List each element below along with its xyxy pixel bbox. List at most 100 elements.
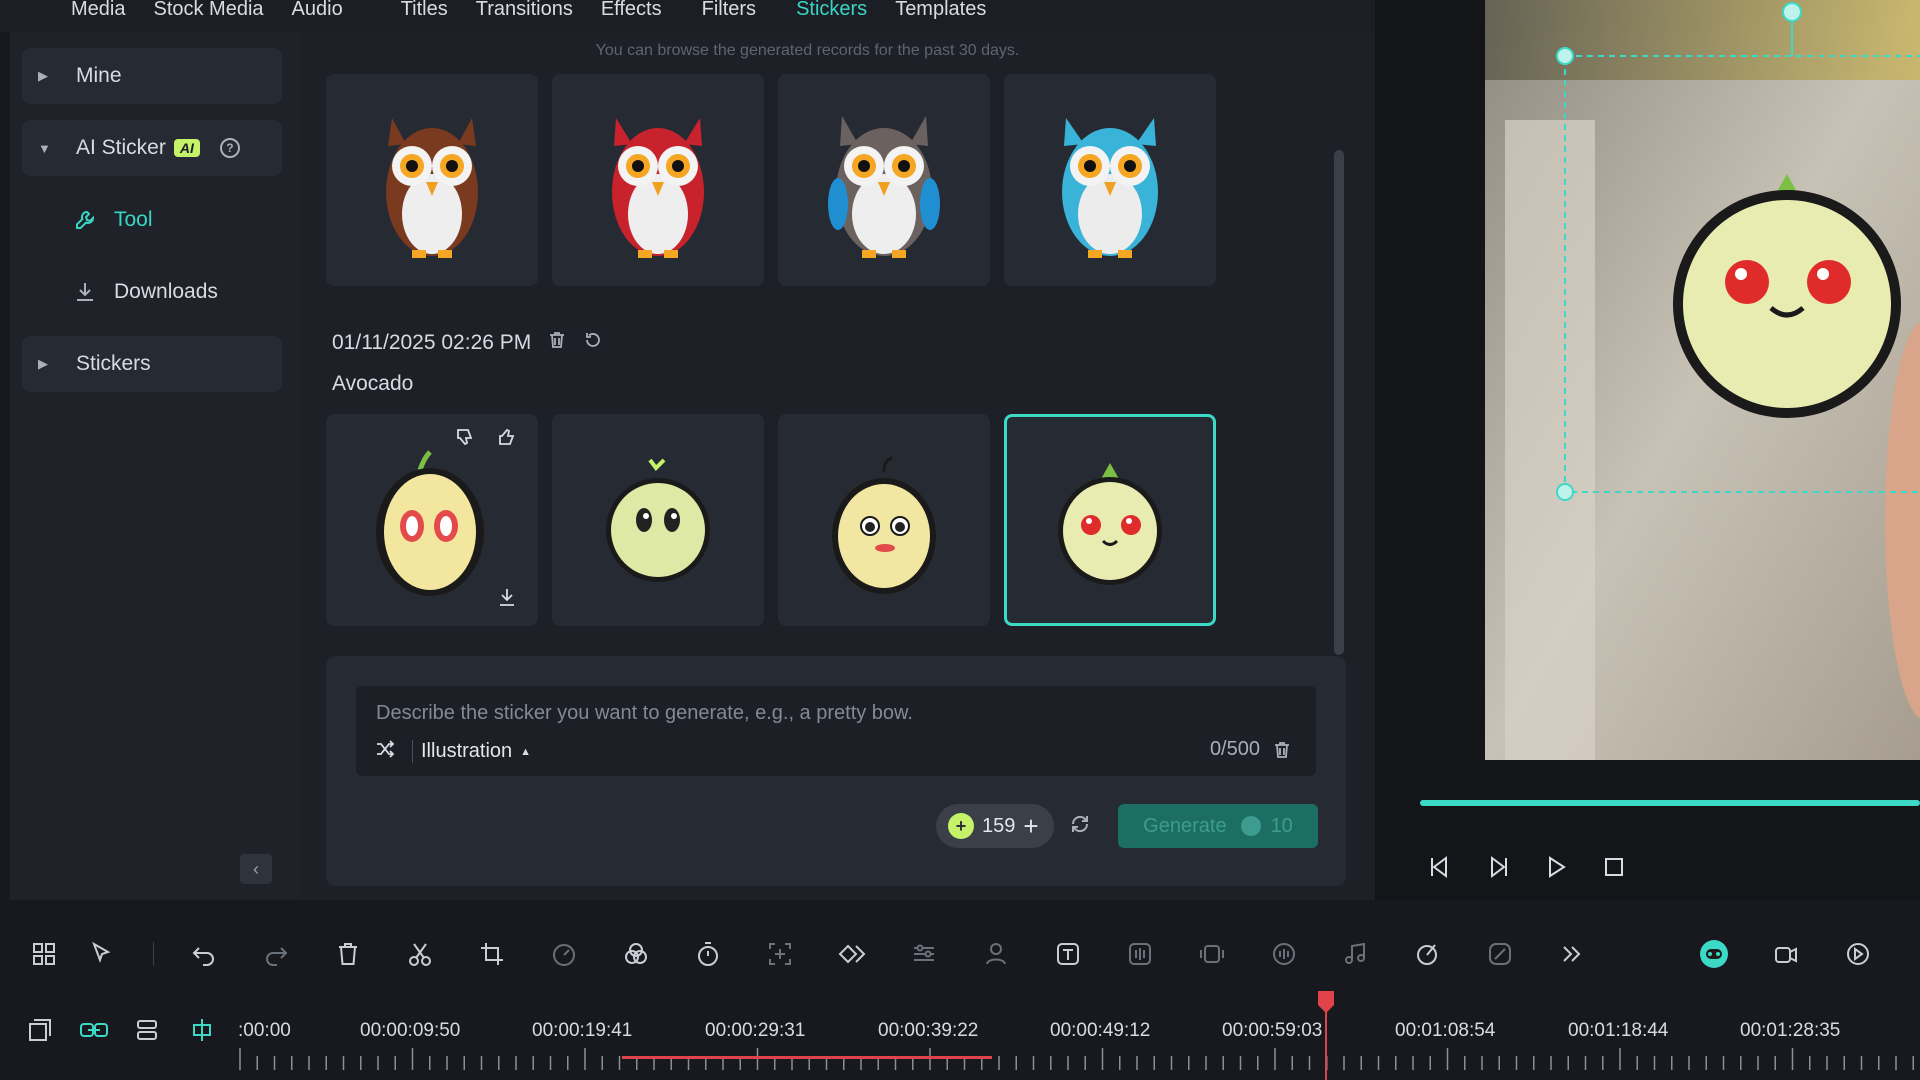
sticker-card-avocado-2[interactable] xyxy=(552,414,764,626)
color-icon[interactable] xyxy=(620,938,652,970)
undo-icon[interactable] xyxy=(188,938,220,970)
split-scissors-icon[interactable] xyxy=(404,938,436,970)
sidebar-item-downloads[interactable]: Downloads xyxy=(22,264,282,320)
sticker-card-owl-blue[interactable] xyxy=(1004,74,1216,286)
more-tools-icon[interactable] xyxy=(1556,938,1588,970)
auto-reframe-icon[interactable] xyxy=(764,938,796,970)
ruler-time-label: 00:00:39:22 xyxy=(878,1020,979,1041)
refresh-icon[interactable] xyxy=(1068,812,1092,841)
ai-portrait-icon[interactable] xyxy=(980,938,1012,970)
smart-cutout-icon[interactable] xyxy=(1484,938,1516,970)
playhead[interactable] xyxy=(1317,990,1335,1080)
video-editor-app: Media Stock Media Audio Titles Transitio… xyxy=(0,0,1920,1080)
sidebar-item-stickers[interactable]: ▶ Stickers xyxy=(22,336,282,392)
credit-count: 159 xyxy=(982,814,1016,837)
link-clips-icon[interactable] xyxy=(78,1014,110,1046)
sidebar-item-ai-sticker[interactable]: ▼ AI Sticker AI ? xyxy=(22,120,282,176)
download-icon[interactable] xyxy=(496,586,520,610)
owl-sticker-image xyxy=(612,118,704,258)
timeline-range-bar xyxy=(622,1056,992,1059)
sidebar-item-mine[interactable]: ▶ Mine xyxy=(22,48,282,104)
timeline-ruler[interactable]: :00:00 00:00:09:50 00:00:19:41 00:00:29:… xyxy=(0,1000,1920,1080)
tab-transitions[interactable]: Transitions xyxy=(462,0,587,22)
trash-icon[interactable] xyxy=(1272,740,1292,765)
dislike-icon[interactable] xyxy=(454,426,478,450)
tab-stickers[interactable]: Stickers xyxy=(782,0,881,22)
magnetic-snap-icon[interactable] xyxy=(186,1014,218,1046)
results-scrollbar[interactable] xyxy=(1334,150,1344,655)
generate-label: Generate xyxy=(1143,814,1227,837)
owl-sticker-image xyxy=(828,116,940,258)
sticker-card-owl-gray[interactable] xyxy=(778,74,990,286)
tab-effects[interactable]: Effects xyxy=(587,0,676,22)
speed-icon[interactable] xyxy=(548,938,580,970)
sidebar-item-tool[interactable]: Tool xyxy=(22,192,282,248)
render-preview-icon[interactable] xyxy=(1842,938,1874,970)
crop-icon[interactable] xyxy=(476,938,508,970)
sidebar-item-label: Mine xyxy=(76,64,122,87)
regenerate-icon[interactable] xyxy=(583,330,603,355)
text-to-speech-icon[interactable] xyxy=(1052,938,1084,970)
char-count: 0/500 xyxy=(1209,738,1260,760)
stop-icon[interactable] xyxy=(1599,852,1629,882)
redo-icon[interactable] xyxy=(260,938,292,970)
caret-right-icon: ▶ xyxy=(38,68,48,83)
tab-audio[interactable]: Audio xyxy=(278,0,357,22)
music-icon[interactable] xyxy=(1340,938,1372,970)
plus-icon: + xyxy=(1023,811,1039,841)
record-voiceover-icon[interactable] xyxy=(1770,938,1802,970)
stabilize-icon[interactable] xyxy=(1196,938,1228,970)
sticker-card-avocado-4[interactable] xyxy=(1004,414,1216,626)
track-manager-icon[interactable] xyxy=(132,1014,164,1046)
generate-cost: 10 xyxy=(1270,814,1293,837)
audio-stretch-icon[interactable] xyxy=(1124,938,1156,970)
collapse-sidebar-button[interactable]: ‹ xyxy=(240,854,272,884)
select-cursor-icon[interactable] xyxy=(86,938,118,970)
prompt-input[interactable]: Describe the sticker you want to generat… xyxy=(356,686,1316,776)
ai-copilot-icon[interactable] xyxy=(1698,938,1730,970)
player-controls xyxy=(1425,852,1629,882)
shuffle-icon[interactable] xyxy=(374,738,396,765)
sticker-card-avocado-1[interactable] xyxy=(326,414,538,626)
timer-icon[interactable] xyxy=(692,938,724,970)
credit-coin-icon xyxy=(1240,816,1261,836)
sticker-card-avocado-3[interactable] xyxy=(778,414,990,626)
tab-stock-media[interactable]: Stock Media xyxy=(139,0,277,22)
audio-denoise-icon[interactable] xyxy=(1268,938,1300,970)
generate-button[interactable]: Generate 10 xyxy=(1118,804,1318,848)
keyframe-icon[interactable] xyxy=(836,938,868,970)
layout-grid-icon[interactable] xyxy=(28,938,60,970)
record-date: 01/11/2025 02:26 PM xyxy=(332,330,532,354)
sticker-card-owl-red[interactable] xyxy=(552,74,764,286)
trash-icon[interactable] xyxy=(547,330,567,355)
preview-video[interactable] xyxy=(1485,0,1920,760)
delete-icon[interactable] xyxy=(332,938,364,970)
tab-titles[interactable]: Titles xyxy=(387,0,462,22)
credits-button[interactable]: + 159 + xyxy=(936,804,1054,848)
caret-right-icon: ▶ xyxy=(38,356,48,371)
sticker-card-owl-brown[interactable] xyxy=(326,74,538,286)
preview-progress-bar[interactable] xyxy=(1420,800,1920,806)
add-track-icon[interactable] xyxy=(24,1014,56,1046)
like-icon[interactable] xyxy=(496,426,520,450)
help-icon[interactable]: ? xyxy=(219,138,240,158)
owl-sticker-image xyxy=(1062,118,1158,258)
record-header: 01/11/2025 02:26 PM xyxy=(332,330,603,355)
play-icon[interactable] xyxy=(1541,852,1571,882)
tab-media[interactable]: Media xyxy=(57,0,139,22)
previous-frame-icon[interactable] xyxy=(1425,852,1455,882)
tab-templates[interactable]: Templates xyxy=(881,0,1000,22)
ruler-time-label: 00:01:08:54 xyxy=(1395,1020,1496,1041)
ruler-time-label: 00:00:59:03 xyxy=(1222,1020,1323,1041)
ai-tool-icon[interactable] xyxy=(1412,938,1444,970)
ruler-time-label: 00:01:18:44 xyxy=(1568,1020,1669,1041)
toolbar-divider xyxy=(153,942,154,966)
download-icon xyxy=(72,279,98,305)
avocado-sticker-image xyxy=(606,458,710,582)
tab-filters[interactable]: Filters xyxy=(688,0,770,22)
style-selector[interactable]: Illustration ▲ xyxy=(374,738,531,765)
next-frame-icon[interactable] xyxy=(1483,852,1513,882)
avocado-sticker-image xyxy=(1058,463,1162,585)
ruler-time-label: 00:00:49:12 xyxy=(1050,1020,1151,1041)
adjust-icon[interactable] xyxy=(908,938,940,970)
